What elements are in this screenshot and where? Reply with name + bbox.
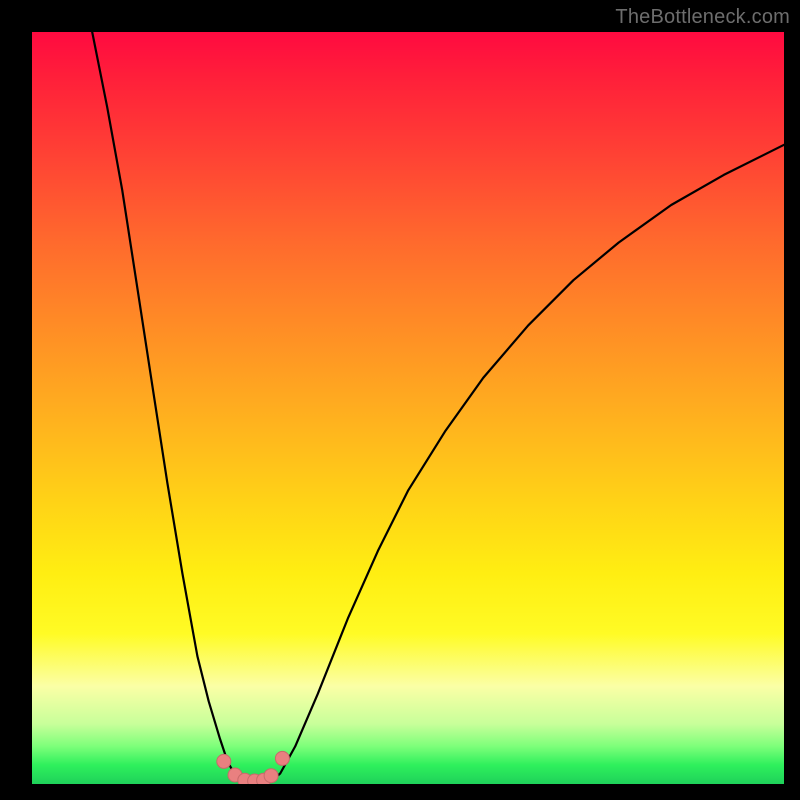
watermark-text: TheBottleneck.com: [615, 6, 790, 29]
data-marker: [217, 754, 231, 768]
chart-stage: TheBottleneck.com: [0, 0, 800, 800]
data-marker: [264, 769, 278, 783]
plot-area: [32, 32, 784, 784]
marker-cluster: [217, 751, 290, 784]
curve-layer: [32, 32, 784, 784]
curve-left-branch: [92, 32, 241, 781]
curve-right-branch: [271, 145, 784, 781]
data-marker: [275, 751, 289, 765]
